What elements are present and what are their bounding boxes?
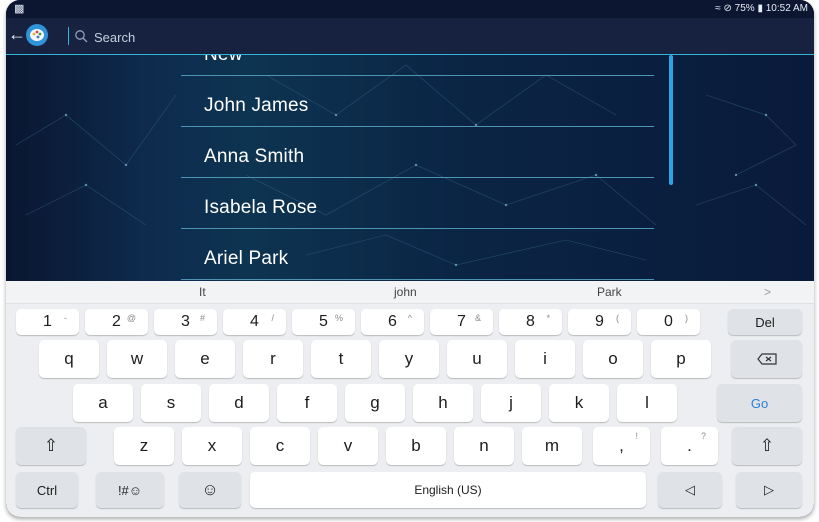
contact-name: Ariel Park [204, 248, 289, 269]
clock: 10:52 AM [765, 3, 808, 14]
key-5[interactable]: 5% [292, 309, 355, 335]
key-c[interactable]: c [250, 427, 310, 465]
emoji-icon: ☺ [201, 480, 219, 499]
list-item[interactable]: John James [181, 76, 654, 127]
key-9[interactable]: 9( [568, 309, 631, 335]
go-key[interactable]: Go [717, 384, 802, 422]
key-o[interactable]: o [583, 340, 643, 378]
wifi-icon: ≈ [715, 3, 721, 14]
back-arrow-icon[interactable]: ← [8, 24, 26, 45]
key-r[interactable]: r [243, 340, 303, 378]
key-2[interactable]: 2 @ [85, 309, 148, 335]
search-toolbar: ← [6, 18, 814, 55]
key-a[interactable]: a [73, 384, 133, 422]
tablet-screen: ▩ ≈ ⊘ 75% ▮ 10:52 AM ← Search John James… [6, 0, 814, 517]
gallery-icon: ▩ [14, 3, 25, 15]
key-w[interactable]: w [107, 340, 167, 378]
status-bar: ▩ ≈ ⊘ 75% ▮ 10:52 AM [6, 0, 814, 18]
battery-percent: 75% [734, 3, 755, 14]
battery-icon: ▮ [757, 3, 763, 14]
key-3[interactable]: 3 # [154, 309, 217, 335]
key-s[interactable]: s [141, 384, 201, 422]
key-l[interactable]: l [617, 384, 677, 422]
search-input[interactable] [92, 26, 346, 48]
shift-left-key[interactable]: ⇧ [16, 427, 86, 465]
key-6[interactable]: 6 ^ [361, 309, 424, 335]
shift-right-key[interactable]: ⇧ [732, 427, 802, 465]
left-arrow-icon: ◁ [685, 482, 695, 497]
key-b[interactable]: b [386, 427, 446, 465]
key-f[interactable]: f [277, 384, 337, 422]
key-d[interactable]: d [209, 384, 269, 422]
key-e[interactable]: e [175, 340, 235, 378]
key-comma[interactable]: ,! [593, 427, 650, 465]
delete-key[interactable]: Del [728, 309, 802, 335]
key-t[interactable]: t [311, 340, 371, 378]
contact-list-area: New John James Anna Smith Isabela Rose A… [6, 55, 814, 281]
key-i[interactable]: i [515, 340, 575, 378]
onscreen-keyboard: Del Go ⇧ ,! .? ⇧ Ctrl !#☺ ☺ English (US)… [6, 304, 814, 517]
key-4[interactable]: 4/ [223, 309, 286, 335]
key-1[interactable]: 1- [16, 309, 79, 335]
key-k[interactable]: k [549, 384, 609, 422]
key-q[interactable]: q [39, 340, 99, 378]
shift-icon: ⇧ [43, 436, 59, 455]
list-item[interactable]: Anna Smith [181, 127, 654, 178]
key-g[interactable]: g [345, 384, 405, 422]
key-z[interactable]: z [114, 427, 174, 465]
text-cursor [68, 27, 69, 45]
scrollbar[interactable] [669, 55, 673, 185]
key-j[interactable]: j [481, 384, 541, 422]
suggestion-expand-icon[interactable]: > [764, 285, 771, 299]
key-n[interactable]: n [454, 427, 514, 465]
symbols-key[interactable]: !#☺ [96, 472, 164, 508]
mute-icon: ⊘ [723, 3, 732, 14]
key-h[interactable]: h [413, 384, 473, 422]
contact-list: New John James Anna Smith Isabela Rose A… [181, 55, 654, 280]
ctrl-key[interactable]: Ctrl [16, 472, 78, 508]
key-m[interactable]: m [522, 427, 582, 465]
contact-name: Anna Smith [204, 146, 305, 167]
key-p[interactable]: p [651, 340, 711, 378]
list-item[interactable]: New [181, 55, 654, 76]
contact-name: Isabela Rose [204, 197, 318, 218]
search-icon [75, 30, 88, 43]
suggestion-2[interactable]: john [394, 285, 417, 299]
space-key[interactable]: English (US) [250, 472, 646, 508]
key-y[interactable]: y [379, 340, 439, 378]
right-arrow-icon: ▷ [764, 482, 774, 497]
cursor-left-key[interactable]: ◁ [658, 472, 722, 508]
key-u[interactable]: u [447, 340, 507, 378]
key-0[interactable]: 0) [637, 309, 700, 335]
cursor-right-key[interactable]: ▷ [736, 472, 802, 508]
key-8[interactable]: 8 * [499, 309, 562, 335]
list-item[interactable]: Isabela Rose [181, 178, 654, 229]
key-7[interactable]: 7 & [430, 309, 493, 335]
suggestion-3[interactable]: Park [597, 285, 622, 299]
app-logo-icon [26, 24, 48, 46]
suggestion-bar: It john Park > [6, 281, 814, 304]
backspace-icon [756, 353, 777, 365]
contact-name: New [204, 55, 243, 66]
key-v[interactable]: v [318, 427, 378, 465]
key-period[interactable]: .? [661, 427, 718, 465]
list-item[interactable]: Ariel Park [181, 229, 654, 280]
key-x[interactable]: x [182, 427, 242, 465]
shift-icon: ⇧ [759, 436, 775, 455]
backspace-key[interactable] [731, 340, 802, 378]
suggestion-1[interactable]: It [199, 285, 206, 299]
emoji-key[interactable]: ☺ [179, 472, 241, 508]
contact-name: John James [204, 95, 309, 116]
